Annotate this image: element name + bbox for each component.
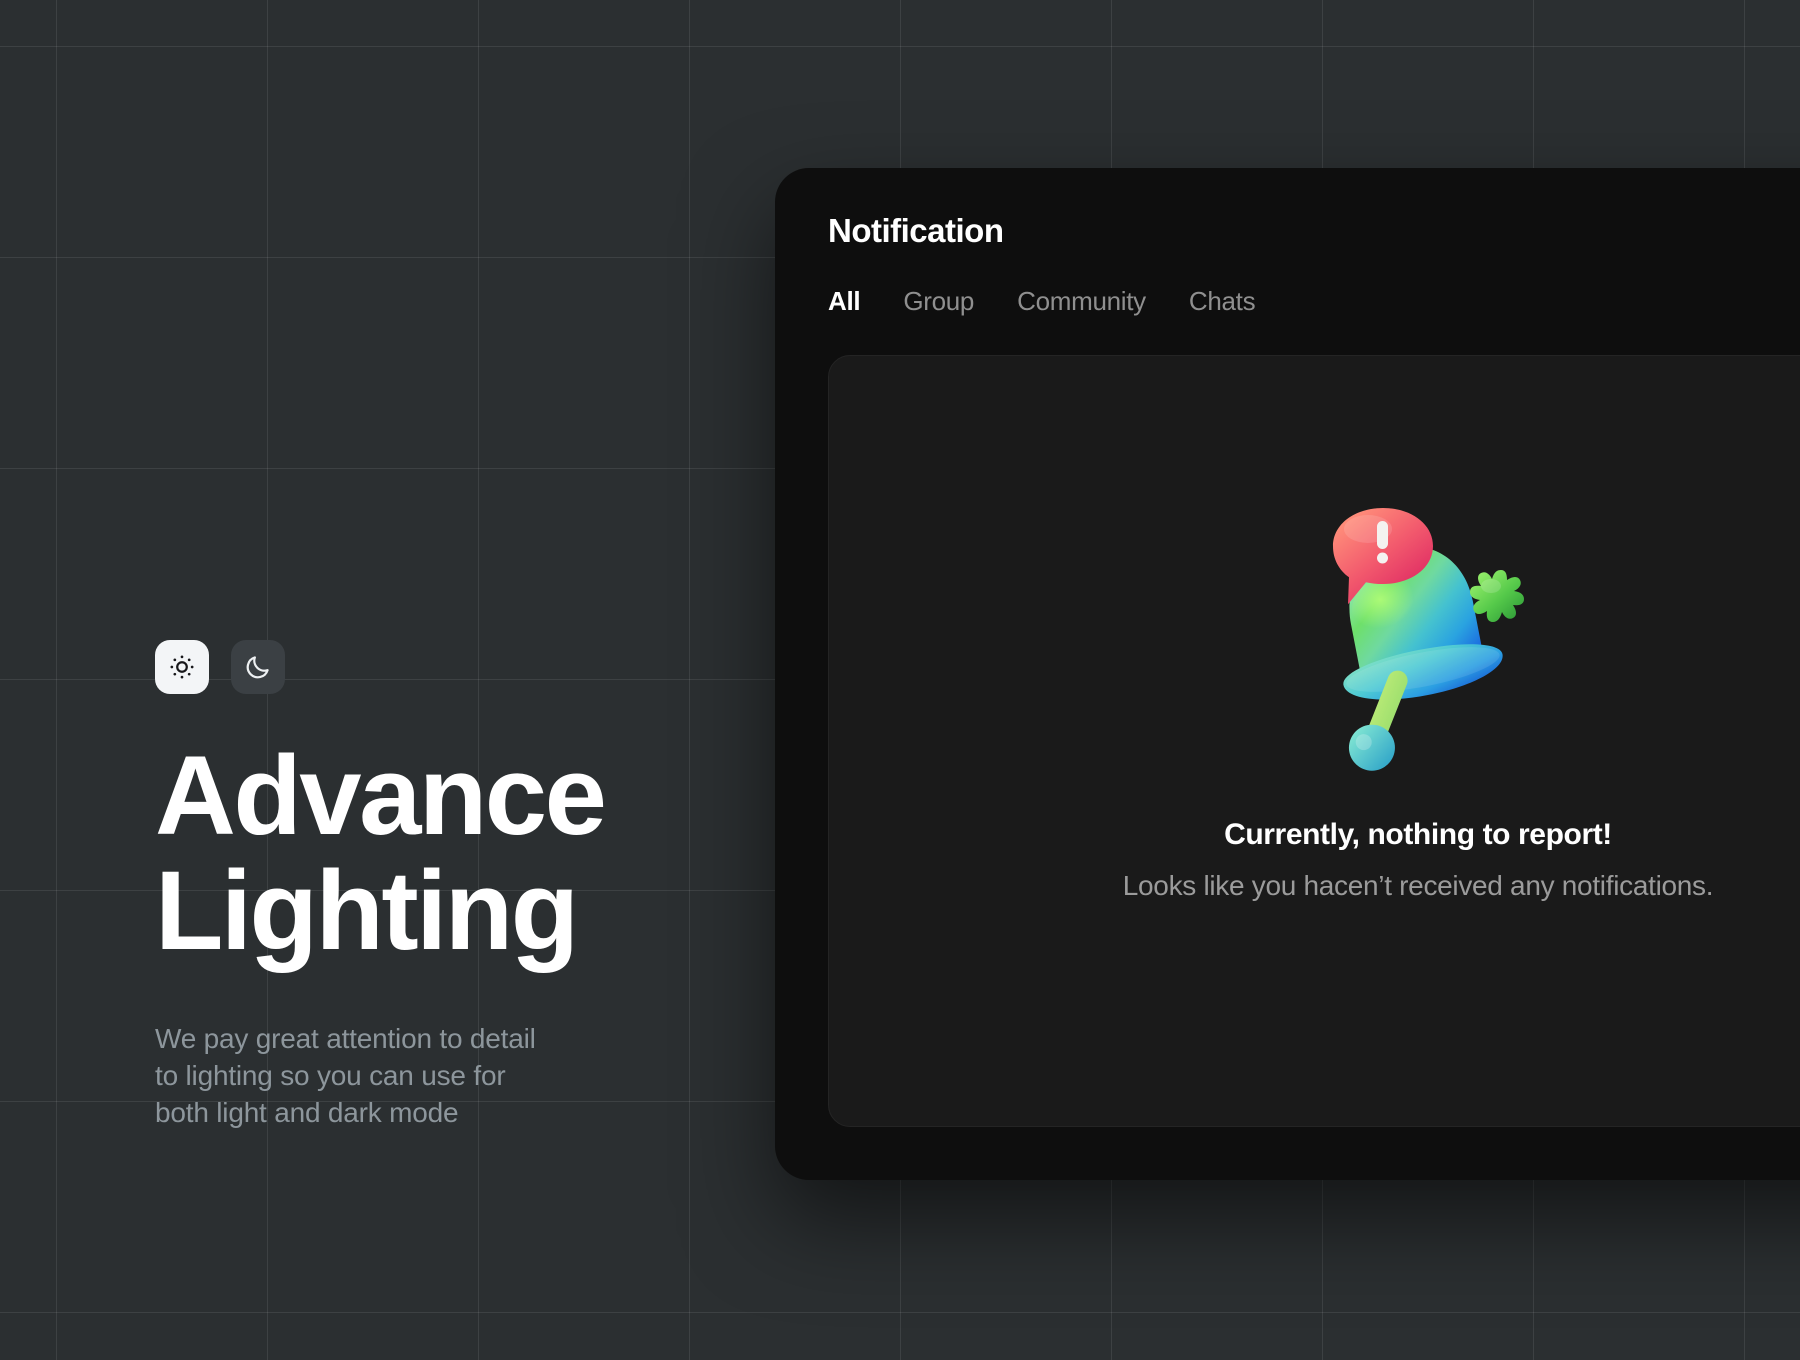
- empty-state-subtitle: Looks like you hacen’t received any noti…: [1122, 870, 1714, 901]
- page-title: Advance Lighting: [155, 733, 607, 974]
- moon-icon: [244, 653, 272, 681]
- notification-panel: Notification Mark all as read All Group …: [775, 168, 1800, 1180]
- tab-community[interactable]: Community: [1017, 286, 1146, 317]
- empty-state-title: Currently, nothing to report!: [1224, 818, 1612, 851]
- page-root: Advance Lighting We pay great attention …: [0, 0, 1800, 1360]
- notification-panel-title: Notification: [828, 212, 1004, 249]
- notification-bell-icon: [1273, 494, 1563, 784]
- sun-icon: [168, 653, 196, 681]
- tab-all[interactable]: All: [828, 286, 861, 317]
- notification-tabs: All Group Community Chats: [828, 286, 1256, 317]
- notification-empty-state-card: Currently, nothing to report! Looks like…: [828, 355, 1800, 1127]
- light-mode-toggle-button[interactable]: [155, 640, 209, 694]
- hero-section: Advance Lighting We pay great attention …: [155, 640, 715, 1132]
- tab-group[interactable]: Group: [903, 286, 974, 317]
- hero-subtitle: We pay great attention to detail to ligh…: [155, 1022, 536, 1128]
- notification-panel-header: Notification Mark all as read: [828, 200, 1800, 262]
- dark-mode-toggle-button[interactable]: [231, 640, 285, 694]
- theme-toggle-group: [155, 640, 715, 694]
- tab-chats[interactable]: Chats: [1189, 286, 1256, 317]
